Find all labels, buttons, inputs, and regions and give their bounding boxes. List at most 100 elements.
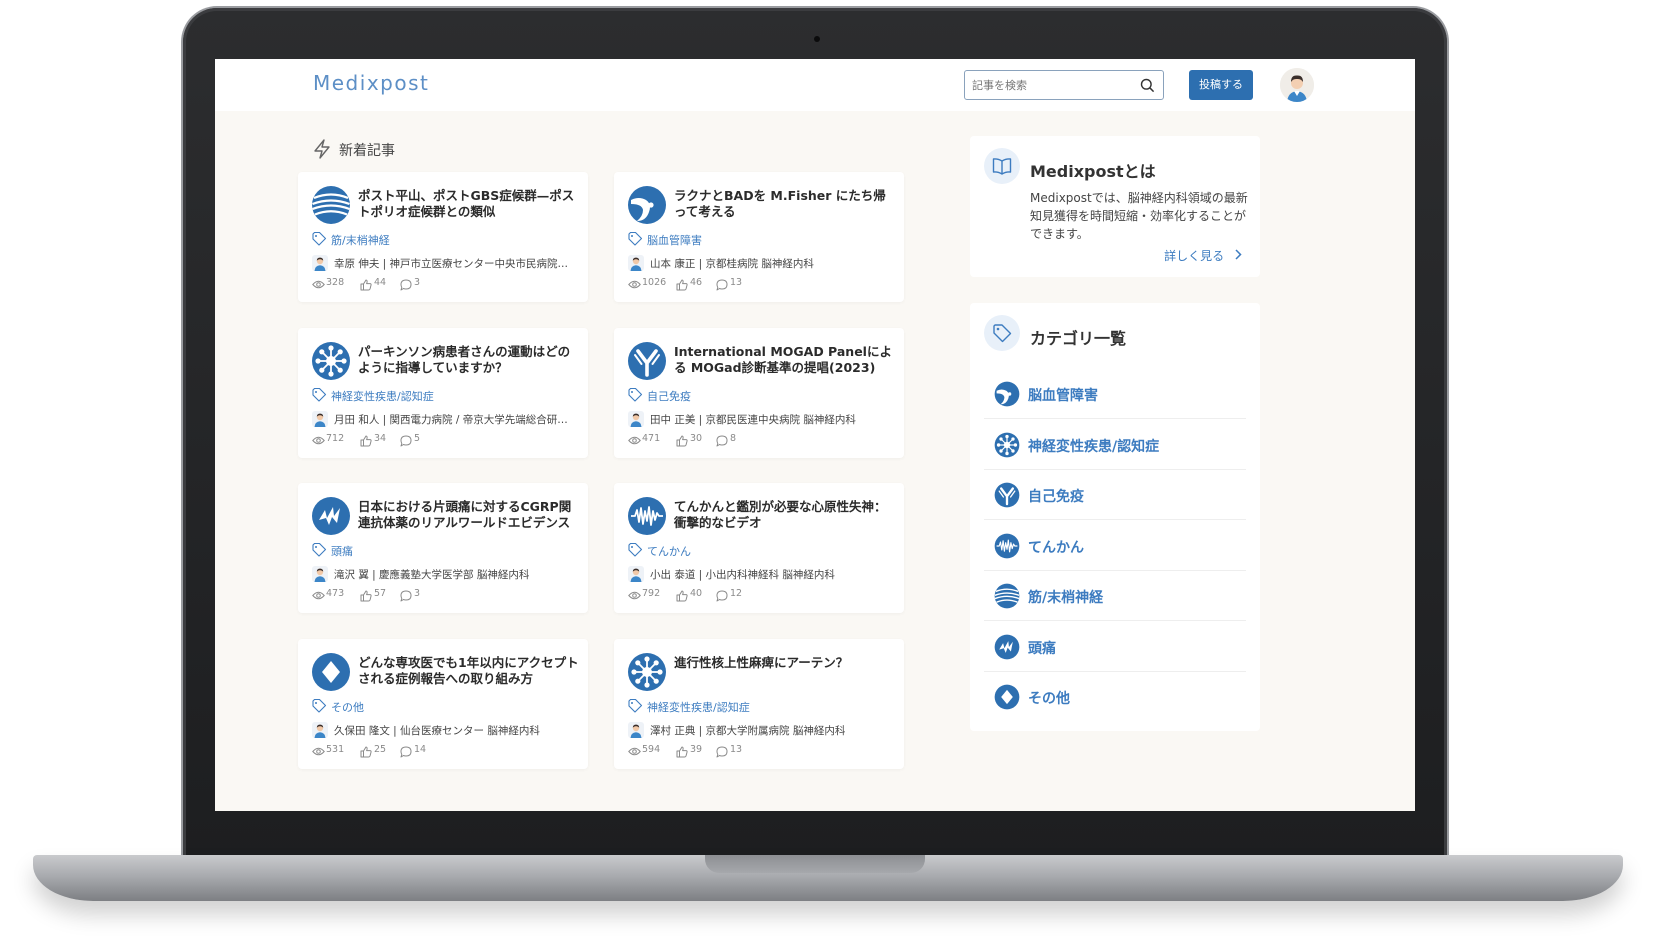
likes-count: 57 bbox=[374, 588, 387, 599]
category-item[interactable]: 自己免疫 bbox=[984, 470, 1246, 520]
likes-count: 44 bbox=[374, 277, 387, 288]
post-button[interactable]: 投稿する bbox=[1189, 70, 1253, 100]
author-name: 小出 泰道 | 小出内科神経科 脳神経内科 bbox=[650, 569, 835, 581]
brain-vessel-icon bbox=[994, 381, 1020, 407]
category-item[interactable]: 筋/末梢神経 bbox=[984, 571, 1246, 621]
tag-icon bbox=[628, 542, 643, 560]
antibody-icon bbox=[994, 482, 1020, 508]
read-more-label[interactable]: 詳しく見る bbox=[1164, 249, 1224, 263]
tag-icon bbox=[628, 698, 643, 716]
likes-count: 34 bbox=[374, 433, 387, 444]
article-category-label[interactable]: 頭痛 bbox=[331, 543, 353, 559]
comments-count: 12 bbox=[730, 588, 743, 599]
article-author: 田中 正美 | 京都民医連中央病院 脳神経内科 bbox=[628, 411, 898, 427]
article-author: 滝沢 翼 | 慶應義塾大学医学部 脳神経内科 bbox=[312, 566, 582, 582]
article-card[interactable]: どんな専攻医でも1年以内にアクセプトされる症例報告への取り組み方 その他 久保田… bbox=[298, 639, 588, 769]
comments-count: 5 bbox=[414, 433, 421, 444]
tag-icon bbox=[312, 231, 327, 249]
nerve-stripes-icon bbox=[994, 583, 1020, 609]
article-stats: 531 25 14 bbox=[312, 744, 582, 758]
eeg-wave-icon bbox=[994, 533, 1020, 559]
article-category-label[interactable]: 神経変性疾患/認知症 bbox=[331, 388, 434, 404]
category-label[interactable]: 頭痛 bbox=[1028, 638, 1056, 658]
category-item[interactable]: 神経変性疾患/認知症 bbox=[984, 420, 1246, 470]
camera bbox=[814, 36, 820, 42]
comments-count: 3 bbox=[414, 277, 421, 288]
comments-count: 3 bbox=[414, 588, 421, 599]
article-category-label[interactable]: 筋/末梢神経 bbox=[331, 232, 390, 248]
article-category-label[interactable]: 自己免疫 bbox=[647, 388, 691, 404]
article-category-label[interactable]: その他 bbox=[331, 699, 364, 715]
views-count: 1026 bbox=[642, 277, 667, 288]
read-more-link[interactable]: 詳しく見る bbox=[1164, 247, 1242, 264]
article-card[interactable]: International MOGAD Panelによる MOGad診断基準の提… bbox=[614, 328, 904, 458]
comments-count: 13 bbox=[730, 277, 743, 288]
category-label[interactable]: てんかん bbox=[1028, 537, 1084, 557]
categories-card: カテゴリ一覧 脳血管障害 神経変性疾患/認知症 自己免疫 てんかん 筋/末梢神経… bbox=[970, 303, 1260, 731]
lightning-icon bbox=[313, 139, 331, 163]
category-item[interactable]: 脳血管障害 bbox=[984, 369, 1246, 419]
article-title[interactable]: 日本における片頭痛に対するCGRP関連抗体薬のリアルワールドエビデンス bbox=[358, 499, 580, 531]
article-card[interactable]: 進行性核上性麻痺にアーテン？ 神経変性疾患/認知症 澤村 正典 | 京都大学附属… bbox=[614, 639, 904, 769]
likes-count: 46 bbox=[690, 277, 703, 288]
article-title[interactable]: どんな専攻医でも1年以内にアクセプトされる症例報告への取り組み方 bbox=[358, 655, 580, 687]
article-card[interactable]: ポスト平山、ポストGBS症候群—ポストポリオ症候群との類似 筋/末梢神経 幸原 … bbox=[298, 172, 588, 302]
article-card[interactable]: ラクナとBADを M.Fisher にたち帰って考える 脳血管障害 山本 康正 … bbox=[614, 172, 904, 302]
author-name: 滝沢 翼 | 慶應義塾大学医学部 脳神経内科 bbox=[334, 569, 530, 581]
category-item[interactable]: その他 bbox=[984, 672, 1246, 722]
category-label[interactable]: 筋/末梢神経 bbox=[1028, 587, 1103, 607]
views-count: 531 bbox=[326, 744, 345, 755]
views-count: 328 bbox=[326, 277, 345, 288]
about-body: Medixpostでは、脳神経内科領域の最新知見獲得を時間短縮・効率化することが… bbox=[1030, 191, 1248, 241]
views-count: 712 bbox=[326, 433, 345, 444]
article-title[interactable]: ポスト平山、ポストGBS症候群—ポストポリオ症候群との類似 bbox=[358, 188, 580, 220]
article-stats: 712 34 5 bbox=[312, 433, 582, 447]
tag-icon bbox=[628, 231, 643, 249]
logo[interactable]: Medixpost bbox=[313, 71, 429, 95]
diamond-icon bbox=[311, 652, 351, 692]
author-name: 幸原 伸夫 | 神戸市立医療センター中央市民病院… bbox=[334, 258, 569, 270]
search-box[interactable] bbox=[964, 70, 1164, 100]
book-icon bbox=[984, 148, 1020, 184]
author-name: 月田 和人 | 関西電力病院 / 帝京大学先端総合研… bbox=[334, 414, 568, 426]
laptop-notch bbox=[705, 855, 925, 873]
article-category-label[interactable]: 脳血管障害 bbox=[647, 232, 702, 248]
article-author: 山本 康正 | 京都桂病院 脳神経内科 bbox=[628, 255, 898, 271]
category-label[interactable]: 神経変性疾患/認知症 bbox=[1028, 436, 1159, 456]
category-label[interactable]: その他 bbox=[1028, 688, 1070, 708]
article-author: 小出 泰道 | 小出内科神経科 脳神経内科 bbox=[628, 566, 898, 582]
article-card[interactable]: 日本における片頭痛に対するCGRP関連抗体薬のリアルワールドエビデンス 頭痛 滝… bbox=[298, 483, 588, 613]
article-title[interactable]: てんかんと鑑別が必要な心原性失神：衝撃的なビデオ bbox=[674, 499, 896, 531]
category-item[interactable]: てんかん bbox=[984, 521, 1246, 571]
likes-count: 30 bbox=[690, 433, 703, 444]
article-card[interactable]: てんかんと鑑別が必要な心原性失神：衝撃的なビデオ てんかん 小出 泰道 | 小出… bbox=[614, 483, 904, 613]
search-input[interactable] bbox=[972, 77, 1132, 93]
article-category-label[interactable]: てんかん bbox=[647, 543, 691, 559]
tag-icon bbox=[628, 387, 643, 405]
article-title[interactable]: International MOGAD Panelによる MOGad診断基準の提… bbox=[674, 344, 896, 376]
category-label[interactable]: 脳血管障害 bbox=[1028, 385, 1098, 405]
article-stats: 1026 46 13 bbox=[628, 277, 898, 291]
screen: Medixpost 投稿する 新着記事 bbox=[215, 59, 1415, 811]
user-avatar[interactable] bbox=[1280, 68, 1314, 102]
author-name: 澤村 正典 | 京都大学附属病院 脳神経内科 bbox=[650, 725, 846, 737]
article-title[interactable]: ラクナとBADを M.Fisher にたち帰って考える bbox=[674, 188, 896, 220]
author-name: 久保田 隆文 | 仙台医療センター 脳神経内科 bbox=[334, 725, 540, 737]
article-title[interactable]: パーキンソン病患者さんの運動はどのように指導していますか？ bbox=[358, 344, 580, 376]
brain-vessel-icon bbox=[627, 185, 667, 225]
article-card[interactable]: パーキンソン病患者さんの運動はどのように指導していますか？ 神経変性疾患/認知症… bbox=[298, 328, 588, 458]
article-title[interactable]: 進行性核上性麻痺にアーテン？ bbox=[674, 655, 896, 671]
article-author: 幸原 伸夫 | 神戸市立医療センター中央市民病院… bbox=[312, 255, 582, 271]
likes-count: 25 bbox=[374, 744, 387, 755]
article-author: 久保田 隆文 | 仙台医療センター 脳神経内科 bbox=[312, 722, 582, 738]
article-category-label[interactable]: 神経変性疾患/認知症 bbox=[647, 699, 750, 715]
comments-count: 13 bbox=[730, 744, 743, 755]
category-label[interactable]: 自己免疫 bbox=[1028, 486, 1084, 506]
article-author: 月田 和人 | 関西電力病院 / 帝京大学先端総合研… bbox=[312, 411, 582, 427]
search-icon[interactable] bbox=[1140, 78, 1155, 97]
tag-icon bbox=[312, 698, 327, 716]
section-title: 新着記事 bbox=[339, 143, 395, 159]
category-item[interactable]: 頭痛 bbox=[984, 622, 1246, 672]
article-stats: 328 44 3 bbox=[312, 277, 582, 291]
tag-icon bbox=[312, 387, 327, 405]
